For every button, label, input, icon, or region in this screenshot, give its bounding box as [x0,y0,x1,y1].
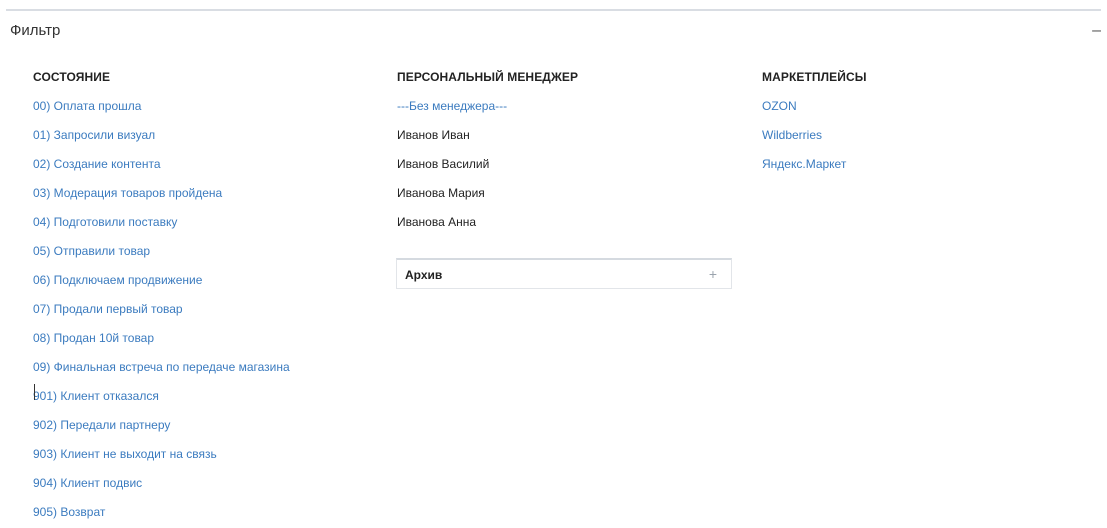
filter-title: Фильтр [10,22,61,39]
filter-panel: Фильтр – СОСТОЯНИЕ 00) Оплата прошла 01)… [0,0,1107,528]
manager-header: ПЕРСОНАЛЬНЫЙ МЕНЕДЖЕР [397,70,579,84]
status-item-09[interactable]: 09) Финальная встреча по передаче магази… [33,359,290,375]
archive-section[interactable]: Архив + [396,258,732,289]
marketplace-item-wildberries[interactable]: Wildberries [762,127,867,143]
status-item-905[interactable]: 905) Возврат [33,504,290,520]
status-item-901[interactable]: 901) Клиент отказался [33,388,290,404]
manager-item-none[interactable]: ---Без менеджера--- [397,98,578,114]
text-cursor [34,384,35,400]
manager-item[interactable]: Иванова Мария [397,185,578,201]
panel-top-border [6,9,1101,11]
marketplace-item-yandex[interactable]: Яндекс.Маркет [762,156,867,172]
status-item-06[interactable]: 06) Подключаем продвижение [33,272,290,288]
status-item-904[interactable]: 904) Клиент подвис [33,475,290,491]
manager-list: ---Без менеджера--- Иванов Иван Иванов В… [397,98,578,230]
plus-icon[interactable]: + [709,266,717,282]
status-item-902[interactable]: 902) Передали партнеру [33,417,290,433]
status-column: СОСТОЯНИЕ 00) Оплата прошла 01) Запросил… [33,69,290,520]
status-item-08[interactable]: 08) Продан 10й товар [33,330,290,346]
status-item-04[interactable]: 04) Подготовили поставку [33,214,290,230]
marketplaces-list: OZON Wildberries Яндекс.Маркет [762,98,867,172]
manager-column: ПЕРСОНАЛЬНЫЙ МЕНЕДЖЕР ---Без менеджера--… [397,69,578,230]
status-item-02[interactable]: 02) Создание контента [33,156,290,172]
manager-item[interactable]: Иванов Василий [397,156,578,172]
marketplaces-header: МАРКЕТПЛЕЙСЫ [762,70,867,84]
status-item-05[interactable]: 05) Отправили товар [33,243,290,259]
status-item-01[interactable]: 01) Запросили визуал [33,127,290,143]
archive-label: Архив [405,268,443,282]
collapse-icon[interactable]: – [1092,22,1101,40]
status-item-903[interactable]: 903) Клиент не выходит на связь [33,446,290,462]
marketplaces-column: МАРКЕТПЛЕЙСЫ OZON Wildberries Яндекс.Мар… [762,69,867,172]
manager-item[interactable]: Иванова Анна [397,214,578,230]
status-item-00[interactable]: 00) Оплата прошла [33,98,290,114]
status-item-03[interactable]: 03) Модерация товаров пройдена [33,185,290,201]
marketplace-item-ozon[interactable]: OZON [762,98,867,114]
status-item-07[interactable]: 07) Продали первый товар [33,301,290,317]
status-header: СОСТОЯНИЕ [33,70,111,84]
status-list: 00) Оплата прошла 01) Запросили визуал 0… [33,98,290,520]
manager-item[interactable]: Иванов Иван [397,127,578,143]
